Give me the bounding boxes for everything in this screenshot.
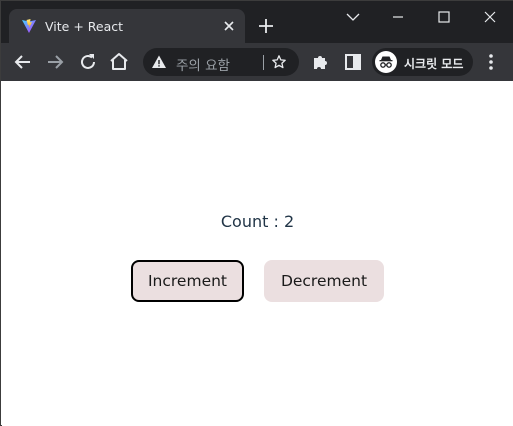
address-bar[interactable]: 주의 요함	[143, 48, 299, 76]
address-bar-text: 주의 요함	[176, 58, 230, 74]
page-viewport: Count : 2 Increment Decrement	[2, 81, 513, 426]
tab-title: Vite + React	[45, 19, 124, 34]
incognito-icon	[375, 51, 397, 73]
close-icon[interactable]	[221, 18, 237, 34]
incognito-badge[interactable]: 시크릿 모드	[372, 48, 473, 76]
star-icon[interactable]	[271, 54, 287, 70]
reload-icon[interactable]	[76, 50, 100, 74]
count-text: Count : 2	[220, 212, 295, 231]
incognito-label: 시크릿 모드	[404, 57, 464, 71]
decrement-button[interactable]: Decrement	[264, 260, 384, 302]
maximize-icon[interactable]	[428, 5, 460, 29]
increment-button[interactable]: Increment	[131, 260, 244, 302]
tab-strip: Vite + React	[1, 1, 513, 43]
home-icon[interactable]	[107, 50, 131, 74]
puzzle-icon[interactable]	[309, 50, 333, 74]
vite-logo-icon	[22, 19, 36, 33]
address-bar-divider	[263, 55, 264, 70]
plus-icon[interactable]	[255, 15, 277, 37]
browser-toolbar: 주의 요함 시크릿 모드	[1, 43, 513, 81]
arrow-right-icon[interactable]	[43, 50, 67, 74]
warning-triangle-icon[interactable]	[151, 54, 167, 70]
minimize-icon[interactable]	[382, 5, 414, 29]
arrow-left-icon[interactable]	[11, 50, 35, 74]
close-icon[interactable]	[474, 5, 506, 29]
side-panel-icon[interactable]	[341, 50, 365, 74]
chevron-down-icon[interactable]	[337, 5, 369, 29]
browser-window: Vite + React 주의 요함 시크릿 모드 Count: 2 Incr…	[0, 0, 513, 426]
kebab-menu-icon[interactable]	[479, 50, 503, 74]
tab-vite-react[interactable]: Vite + React	[9, 9, 245, 43]
